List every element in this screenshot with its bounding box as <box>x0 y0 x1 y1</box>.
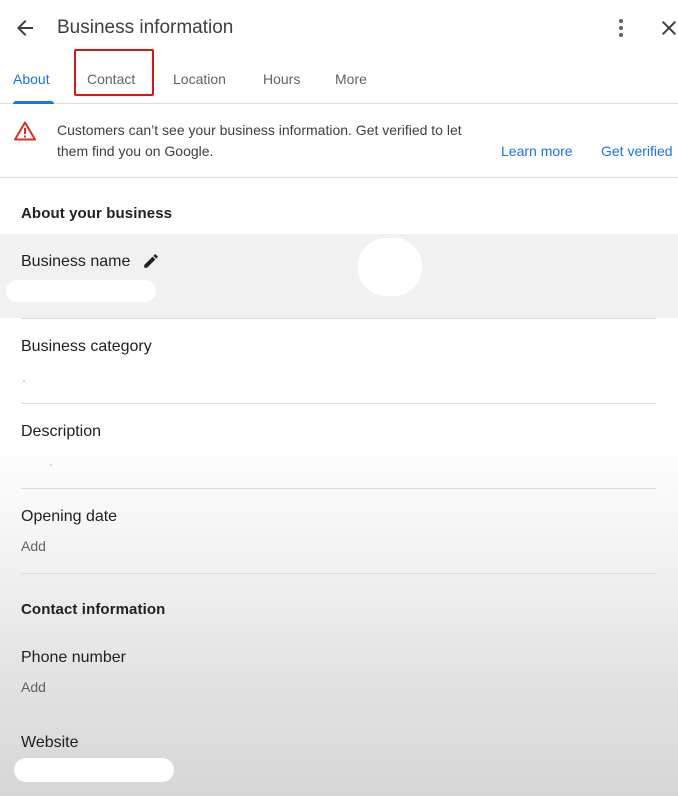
description-label: Description <box>21 423 102 440</box>
opening-date-label: Opening date <box>21 508 118 525</box>
edit-business-name-button[interactable] <box>142 252 160 270</box>
verification-alert: Customers can’t see your business inform… <box>0 105 678 178</box>
redacted-business-name <box>6 280 156 302</box>
more-options-button[interactable] <box>609 16 633 40</box>
business-name-label: Business name <box>21 253 131 270</box>
redacted-category-value <box>23 380 25 382</box>
active-tab-indicator <box>13 101 54 104</box>
phone-number-label: Phone number <box>21 649 126 666</box>
get-verified-link[interactable]: Get verified <box>601 141 673 162</box>
header-bar: Business information <box>0 0 678 56</box>
page-title: Business information <box>57 17 234 38</box>
business-category-label: Business category <box>21 338 152 355</box>
opening-date-row[interactable]: Opening date Add <box>0 489 678 573</box>
alert-message: Customers can’t see your business inform… <box>57 122 462 159</box>
pencil-icon <box>144 254 158 268</box>
business-name-row[interactable]: Business name <box>0 234 678 318</box>
tab-contact[interactable]: Contact <box>87 56 135 104</box>
close-button[interactable] <box>657 16 678 40</box>
description-row[interactable]: Description <box>0 404 678 488</box>
business-category-row[interactable]: Business category <box>0 319 678 403</box>
arrow-left-icon <box>17 20 33 36</box>
opening-date-add: Add <box>21 538 46 554</box>
close-icon <box>662 21 676 35</box>
about-business-heading: About your business <box>21 205 173 222</box>
tab-location[interactable]: Location <box>173 56 226 104</box>
website-label: Website <box>21 734 79 751</box>
tab-more[interactable]: More <box>335 56 367 104</box>
contact-information-heading: Contact information <box>21 601 166 618</box>
redacted-website-value <box>14 758 174 782</box>
divider <box>21 573 656 574</box>
redacted-description-value <box>50 464 52 466</box>
redaction-mark <box>358 238 422 296</box>
back-button[interactable] <box>13 16 37 40</box>
tab-hours[interactable]: Hours <box>263 56 300 104</box>
tab-about[interactable]: About <box>13 56 50 104</box>
warning-icon <box>14 121 36 141</box>
learn-more-link[interactable]: Learn more <box>501 141 573 162</box>
phone-number-add: Add <box>21 679 46 695</box>
more-vertical-icon <box>619 19 623 37</box>
phone-number-row[interactable]: Phone number Add <box>0 630 678 714</box>
tab-bar: About Contact Location Hours More <box>0 56 678 104</box>
website-row[interactable]: Website <box>0 715 678 796</box>
